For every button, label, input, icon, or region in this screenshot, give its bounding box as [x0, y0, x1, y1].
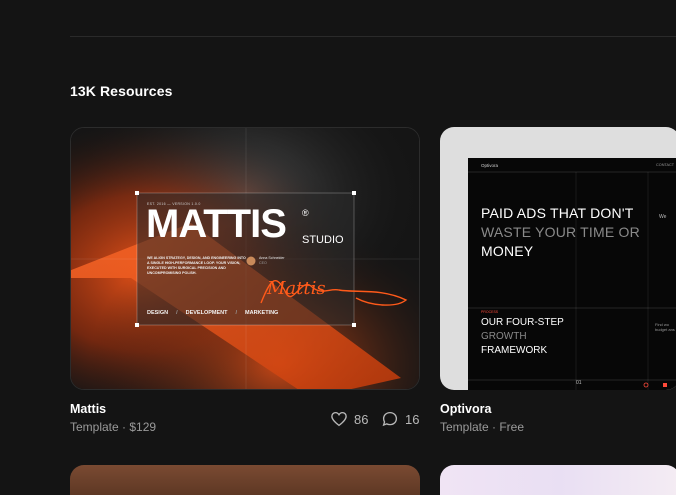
preview-sub-3: FRAMEWORK	[481, 345, 548, 356]
heart-icon	[331, 411, 347, 427]
preview-section-label: PROCESS	[481, 310, 499, 314]
top-divider	[70, 36, 676, 37]
preview-studio: STUDIO	[302, 234, 344, 246]
resources-count: 13K Resources	[70, 83, 173, 99]
preview-side-text: We	[659, 214, 667, 220]
comments-count: 16	[405, 411, 420, 427]
likes-count: 86	[354, 411, 369, 427]
next-card-thumbnail[interactable]	[440, 465, 676, 495]
preview-person-role: CEO	[259, 261, 267, 265]
preview-headline-3: MONEY	[481, 243, 534, 259]
preview-sub-1: OUR FOUR-STEP	[481, 317, 564, 328]
comments-stat[interactable]: 16	[381, 410, 419, 428]
preview-side-text-2: Find wo budget ans	[655, 322, 675, 333]
next-card-thumbnail[interactable]	[70, 465, 420, 495]
preview-brand: MATTIS	[146, 202, 287, 246]
optivora-thumbnail[interactable]: Optivora CONTACT PAID ADS THAT DON'T WAS…	[440, 127, 676, 390]
preview-registered-mark: ®	[302, 208, 309, 218]
preview-headline-1: PAID ADS THAT DON'T	[481, 205, 634, 221]
card-meta: Template · Free	[440, 420, 525, 434]
preview-sub-2: GROWTH	[481, 331, 527, 342]
comment-icon	[382, 411, 398, 427]
preview-signature: Mattis	[267, 278, 326, 299]
preview-contact: CONTACT	[656, 163, 675, 167]
preview-tagline: WE ALIGN STRATEGY, DESIGN, AND ENGINEERI…	[147, 256, 246, 275]
preview-logo: Optivora	[481, 163, 499, 168]
card-title[interactable]: Mattis	[70, 402, 106, 416]
preview-headline-2: WASTE YOUR TIME OR	[481, 224, 640, 240]
mattis-thumbnail[interactable]: EST. 2016 — VERSION 1.0.0 MATTIS ® STUDI…	[70, 127, 420, 390]
preview-nav: DESIGN / DEVELOPMENT / MARKETING	[147, 310, 279, 316]
optivora-preview-image: Optivora CONTACT PAID ADS THAT DON'T WAS…	[468, 158, 676, 390]
preview-person-name: Anna Schneider	[259, 256, 285, 260]
preview-step-number: 01	[576, 380, 582, 386]
card-meta: Template · $129	[70, 420, 157, 434]
likes-stat[interactable]: 86	[330, 410, 368, 428]
card-title[interactable]: Optivora	[440, 402, 491, 416]
